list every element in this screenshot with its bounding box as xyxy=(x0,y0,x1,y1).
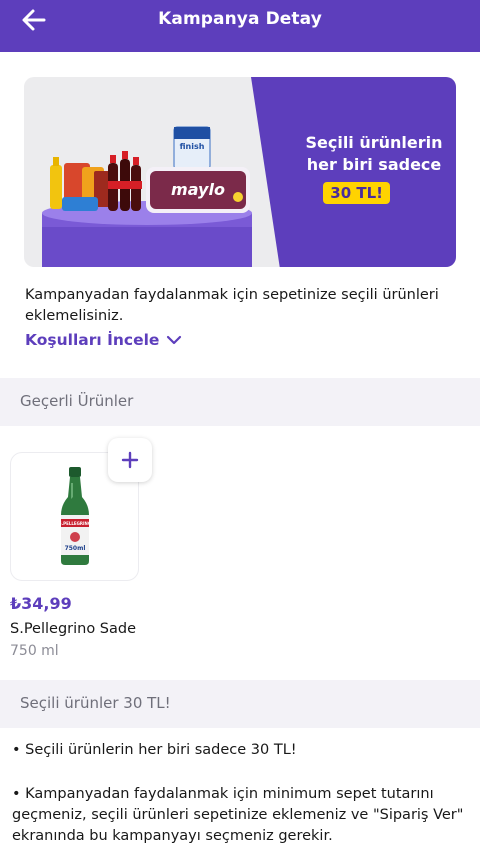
campaign-bullet-1: • Seçili ürünlerin her biri sadece 30 TL… xyxy=(12,742,297,758)
add-to-cart-button[interactable] xyxy=(108,438,152,482)
maylo-brand-text: maylo xyxy=(171,180,225,199)
campaign-banner: finish maylo Seçili ürünlerin her biri s… xyxy=(24,77,456,267)
campaign-info-header: Seçili ürünler 30 TL! xyxy=(0,680,480,728)
product-volume: 750 ml xyxy=(10,643,59,659)
bottle-label-volume: 750ml xyxy=(65,545,86,552)
conditions-link[interactable]: Koşulları İncele xyxy=(25,331,182,349)
conditions-link-label: Koşulları İncele xyxy=(25,331,160,349)
campaign-bullet-2: • Kampanyadan faydalanmak için minimum s… xyxy=(12,786,464,844)
finish-brand-text: finish xyxy=(180,142,205,151)
bottle-label-text: S.PELLEGRINO xyxy=(59,521,92,526)
banner-headline: Seçili ürünlerin her biri sadece xyxy=(305,133,443,174)
chevron-down-icon xyxy=(167,335,182,345)
page-title: Kampanya Detay xyxy=(158,9,322,29)
campaign-info-title: Seçili ürünler 30 TL! xyxy=(20,694,171,712)
banner-price-badge: 30 TL! xyxy=(323,182,390,204)
plus-icon xyxy=(121,451,139,469)
top-bar: Kampanya Detay xyxy=(0,0,480,52)
valid-products-title: Geçerli Ürünler xyxy=(20,392,134,410)
valid-products-header: Geçerli Ürünler xyxy=(0,378,480,426)
product-price: ₺34,99 xyxy=(10,594,72,613)
product-name: S.Pellegrino Sade xyxy=(10,621,137,637)
campaign-intro-text: Kampanyadan faydalanmak için sepetinize … xyxy=(25,287,439,324)
